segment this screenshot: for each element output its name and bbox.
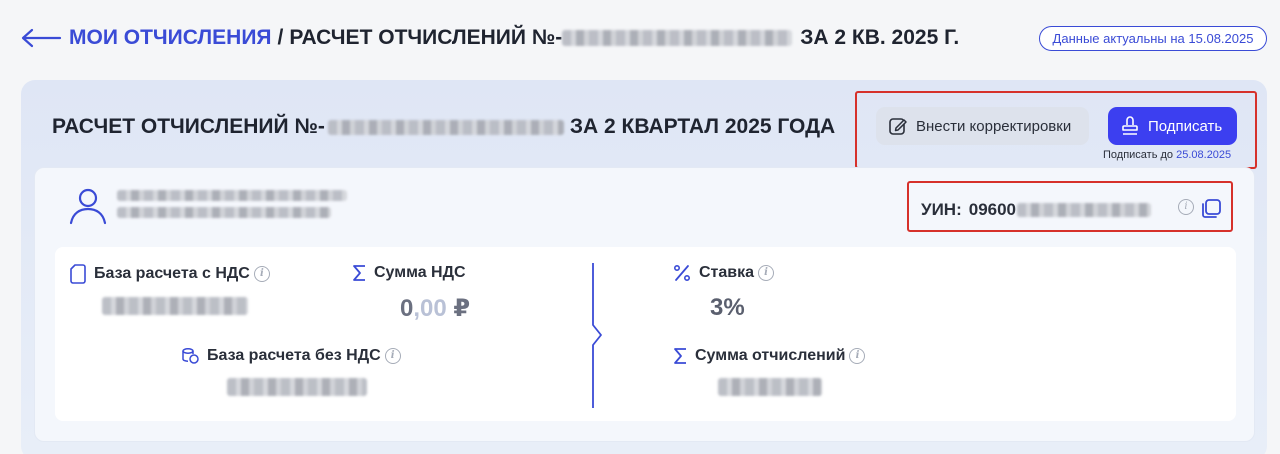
card-title-prefix: РАСЧЕТ ОТЧИСЛЕНИЙ №- [52, 115, 325, 138]
sign-deadline-date: 25.08.2025 [1176, 149, 1232, 161]
data-actual-badge: Данные актуальны на 15.08.2025 [1039, 26, 1267, 51]
make-corrections-button[interactable]: Внести корректировки [876, 107, 1089, 145]
redacted-deduction-sum [718, 378, 822, 401]
redacted-base-with-vat [102, 297, 248, 320]
breadcrumb-link-my-deductions[interactable]: МОИ ОТЧИСЛЕНИЯ [69, 26, 272, 50]
vat-sum-cents: ,00 [413, 295, 447, 322]
metrics-panel: База расчета с НДС i Сумма НДС 0,00 ₽ Ба… [55, 247, 1236, 421]
vat-sum-currency: ₽ [453, 295, 471, 322]
deduction-sum: Сумма отчислений i [673, 347, 866, 365]
stamp-icon [1122, 116, 1138, 135]
make-corrections-label: Внести корректировки [916, 117, 1072, 135]
info-icon[interactable]: i [1178, 199, 1194, 215]
info-icon[interactable]: i [384, 348, 401, 364]
info-icon[interactable]: i [253, 266, 270, 282]
vat-sum-label: Сумма НДС [374, 264, 466, 281]
edit-icon [889, 118, 907, 135]
sign-deadline-label: Подписать до [1103, 149, 1174, 161]
redacted-user-name [117, 190, 347, 224]
card-title-suffix: ЗА 2 КВАРТАЛ 2025 ГОДА [569, 115, 836, 138]
breadcrumb-separator: / [277, 26, 284, 49]
vat-sum-value: 0,00 ₽ [400, 294, 470, 323]
rate-label: Ставка [699, 264, 755, 281]
coins-icon [182, 348, 199, 364]
sign-label: Подписать [1148, 117, 1223, 135]
rate-value: 3% [710, 294, 745, 321]
redacted-number [562, 30, 793, 46]
uin: УИН: 09600 [921, 200, 1152, 220]
sigma-icon [674, 348, 686, 364]
sigma-icon [353, 265, 365, 281]
redacted-uin [1017, 203, 1152, 217]
details-panel: УИН: 09600 i База расчета с НДС i Сумма … [34, 167, 1255, 442]
breadcrumb-current-suffix: ЗА 2 КВ. 2025 Г. [800, 26, 960, 49]
base-without-vat-label: База расчета без НДС [207, 347, 381, 364]
redacted-base-without-vat [227, 378, 367, 401]
info-icon[interactable]: i [849, 348, 866, 364]
card-title: РАСЧЕТ ОТЧИСЛЕНИЙ №- ЗА 2 КВАРТАЛ 2025 Г… [52, 115, 835, 139]
deduction-sum-label: Сумма отчислений [695, 347, 846, 364]
breadcrumb-current-prefix: РАСЧЕТ ОТЧИСЛЕНИЙ №- [289, 26, 563, 49]
uin-label: УИН: [921, 200, 962, 219]
calculation-card: РАСЧЕТ ОТЧИСЛЕНИЙ №- ЗА 2 КВАРТАЛ 2025 Г… [21, 80, 1267, 454]
rate: Ставка i [673, 264, 775, 282]
page-header: МОИ ОТЧИСЛЕНИЯ / РАСЧЕТ ОТЧИСЛЕНИЙ №- ЗА… [0, 0, 1280, 78]
vat-sum: Сумма НДС [352, 264, 466, 282]
percent-icon [673, 264, 691, 282]
info-icon[interactable]: i [758, 265, 775, 281]
uin-value: 09600 [968, 200, 1017, 219]
vat-sum-whole: 0 [400, 295, 414, 322]
brace-divider [592, 263, 602, 408]
base-without-vat: База расчета без НДС i [181, 347, 401, 365]
sign-button[interactable]: Подписать [1108, 107, 1237, 145]
sign-deadline: Подписать до 25.08.2025 [1103, 149, 1231, 161]
base-with-vat: База расчета с НДС i [70, 264, 270, 284]
copy-icon[interactable] [1200, 198, 1222, 220]
document-icon [70, 264, 86, 284]
back-arrow-icon[interactable] [20, 26, 62, 50]
user-icon [69, 188, 107, 225]
redacted-number [327, 119, 564, 135]
base-with-vat-label: База расчета с НДС [94, 265, 250, 282]
breadcrumb: МОИ ОТЧИСЛЕНИЯ / РАСЧЕТ ОТЧИСЛЕНИЙ №- ЗА… [69, 26, 959, 50]
